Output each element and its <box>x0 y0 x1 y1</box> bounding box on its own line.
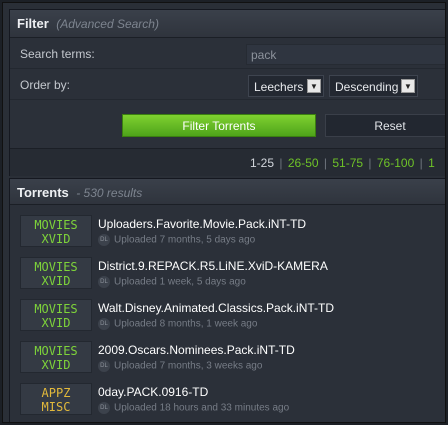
category-line2: XVID <box>41 274 71 288</box>
app-window: Filter (Advanced Search) Search terms: O… <box>2 2 446 423</box>
category-badge[interactable]: MOVIES XVID <box>20 257 92 289</box>
order-field-value: Leechers <box>254 80 304 94</box>
category-line2: XVID <box>41 358 71 372</box>
pagination: 1-25 | 26-50 | 51-75 | 76-100 | 1 <box>10 148 445 176</box>
torrent-item[interactable]: MOVIES XVID Walt.Disney.Animated.Classic… <box>18 297 445 337</box>
torrent-meta: DL Uploaded 7 months, 5 days ago <box>98 234 255 246</box>
category-line2: MISC <box>41 400 71 414</box>
category-badge[interactable]: MOVIES XVID <box>20 341 92 373</box>
download-icon[interactable]: DL <box>98 234 110 246</box>
upload-time: Uploaded 8 months, 1 week ago <box>114 318 258 330</box>
category-line1: MOVIES <box>34 218 78 232</box>
page-link[interactable]: 1 <box>428 156 435 170</box>
torrent-name-link[interactable]: Uploaders.Favorite.Movie.Pack.iNT-TD <box>98 217 306 231</box>
page-separator: | <box>368 156 372 170</box>
order-row: Order by: Leechers ▼ Descending ▼ <box>10 70 445 100</box>
torrent-name-link[interactable]: District.9.REPACK.R5.LiNE.XviD-KAMERA <box>98 259 328 273</box>
torrent-item[interactable]: MOVIES XVID District.9.REPACK.R5.LiNE.Xv… <box>18 255 445 295</box>
download-icon[interactable]: DL <box>98 276 110 288</box>
torrents-panel: Torrents - 530 results MOVIES XVID Uploa… <box>9 178 445 422</box>
filter-panel: Filter (Advanced Search) Search terms: O… <box>9 9 445 176</box>
torrent-meta: DL Uploaded 7 months, 3 weeks ago <box>98 360 262 372</box>
download-icon[interactable]: DL <box>98 318 110 330</box>
page-current: 1-25 <box>250 156 275 170</box>
category-line1: APPZ <box>41 386 71 400</box>
chevron-down-icon[interactable]: ▼ <box>401 79 415 93</box>
reset-button[interactable]: Reset <box>325 114 445 137</box>
chevron-down-icon[interactable]: ▼ <box>307 79 321 93</box>
order-field-select[interactable]: Leechers ▼ <box>248 75 324 97</box>
download-icon[interactable]: DL <box>98 360 110 372</box>
category-badge[interactable]: APPZ MISC <box>20 383 92 415</box>
category-line1: MOVIES <box>34 302 78 316</box>
torrents-header: Torrents - 530 results <box>10 179 445 205</box>
order-label: Order by: <box>20 78 71 92</box>
search-input[interactable] <box>246 44 445 65</box>
filter-header: Filter (Advanced Search) <box>10 10 445 38</box>
filter-title: Filter <box>17 16 49 31</box>
page-link[interactable]: 51-75 <box>332 156 363 170</box>
torrent-item[interactable]: APPZ MISC 0day.PACK.0916-TD DL Uploaded 1… <box>18 381 445 421</box>
torrent-meta: DL Uploaded 1 week, 5 days ago <box>98 276 246 288</box>
category-line2: XVID <box>41 316 71 330</box>
category-line1: MOVIES <box>34 344 78 358</box>
filter-torrents-button[interactable]: Filter Torrents <box>122 114 316 137</box>
page-link[interactable]: 76-100 <box>377 156 414 170</box>
torrents-title: Torrents <box>17 185 69 200</box>
torrent-name-link[interactable]: 2009.Oscars.Nominees.Pack.iNT-TD <box>98 343 295 357</box>
upload-time: Uploaded 18 hours and 33 minutes ago <box>114 402 290 414</box>
torrent-name-link[interactable]: Walt.Disney.Animated.Classics.Pack.iNT-T… <box>98 301 334 315</box>
download-icon[interactable]: DL <box>98 402 110 414</box>
upload-time: Uploaded 7 months, 3 weeks ago <box>114 360 263 372</box>
page-separator: | <box>419 156 423 170</box>
torrent-meta: DL Uploaded 8 months, 1 week ago <box>98 318 257 330</box>
filter-subtitle: (Advanced Search) <box>56 17 159 31</box>
category-line2: XVID <box>41 232 71 246</box>
search-row: Search terms: <box>10 39 445 69</box>
category-badge[interactable]: MOVIES XVID <box>20 215 92 247</box>
page-link[interactable]: 26-50 <box>288 156 319 170</box>
upload-time: Uploaded 1 week, 5 days ago <box>114 276 246 288</box>
category-line1: MOVIES <box>34 260 78 274</box>
category-badge[interactable]: MOVIES XVID <box>20 299 92 331</box>
torrent-meta: DL Uploaded 18 hours and 33 minutes ago <box>98 402 289 414</box>
torrent-item[interactable]: MOVIES XVID Uploaders.Favorite.Movie.Pac… <box>18 213 445 253</box>
results-count: - 530 results <box>76 186 143 200</box>
order-direction-value: Descending <box>335 80 399 94</box>
page-separator: | <box>323 156 328 170</box>
search-label: Search terms: <box>20 47 95 61</box>
page-separator: | <box>279 156 283 170</box>
torrent-item[interactable]: MOVIES XVID 2009.Oscars.Nominees.Pack.iN… <box>18 339 445 379</box>
torrent-name-link[interactable]: 0day.PACK.0916-TD <box>98 385 208 399</box>
upload-time: Uploaded 7 months, 5 days ago <box>114 234 256 246</box>
order-direction-select[interactable]: Descending ▼ <box>329 75 418 97</box>
